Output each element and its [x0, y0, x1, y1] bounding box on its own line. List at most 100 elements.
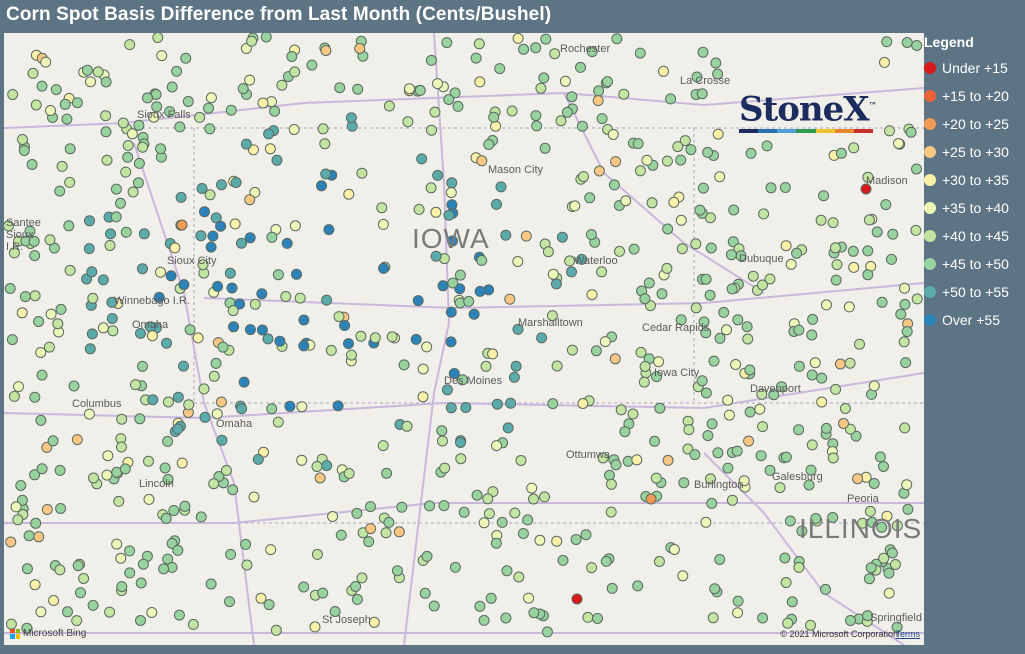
basis-point[interactable] — [111, 538, 123, 550]
basis-point[interactable] — [780, 451, 792, 463]
basis-point[interactable] — [172, 391, 184, 403]
basis-point[interactable] — [104, 606, 116, 618]
basis-point[interactable] — [425, 182, 437, 194]
basis-point[interactable] — [376, 202, 388, 214]
basis-point[interactable] — [827, 217, 839, 229]
basis-point[interactable] — [522, 514, 534, 526]
basis-point[interactable] — [138, 228, 150, 240]
basis-point[interactable] — [557, 554, 569, 566]
basis-point[interactable] — [539, 491, 550, 503]
basis-point[interactable] — [570, 534, 582, 545]
basis-point[interactable] — [87, 292, 99, 304]
basis-point[interactable] — [212, 280, 224, 292]
basis-point[interactable] — [445, 187, 457, 198]
basis-point[interactable] — [779, 552, 791, 564]
basis-point[interactable] — [414, 84, 426, 96]
basis-point[interactable] — [470, 52, 482, 64]
basis-point[interactable] — [879, 56, 890, 68]
basis-point[interactable] — [677, 570, 689, 582]
basis-point[interactable] — [827, 452, 839, 464]
basis-point[interactable] — [723, 409, 735, 421]
basis-point[interactable] — [59, 98, 71, 110]
basis-point[interactable] — [619, 426, 631, 438]
basis-point[interactable] — [132, 177, 144, 189]
basis-point[interactable] — [505, 397, 517, 409]
basis-point[interactable] — [491, 398, 503, 410]
basis-point[interactable] — [483, 139, 495, 150]
basis-point[interactable] — [29, 290, 41, 302]
basis-point[interactable] — [249, 298, 261, 310]
basis-point[interactable] — [547, 398, 559, 410]
basis-point[interactable] — [654, 402, 666, 414]
basis-point[interactable] — [64, 264, 76, 276]
basis-point[interactable] — [183, 399, 195, 411]
basis-point[interactable] — [742, 333, 754, 345]
basis-point[interactable] — [291, 268, 302, 280]
basis-point[interactable] — [689, 449, 701, 461]
basis-point[interactable] — [712, 128, 724, 140]
basis-point[interactable] — [653, 556, 665, 567]
basis-point[interactable] — [478, 517, 490, 529]
basis-point[interactable] — [862, 269, 874, 281]
basis-point[interactable] — [620, 195, 632, 207]
basis-point[interactable] — [547, 268, 559, 280]
basis-point[interactable] — [47, 435, 59, 447]
basis-point[interactable] — [880, 199, 892, 211]
basis-point[interactable] — [198, 383, 210, 395]
basis-point[interactable] — [130, 379, 141, 391]
basis-point[interactable] — [618, 88, 630, 100]
basis-point[interactable] — [743, 435, 755, 447]
basis-point[interactable] — [280, 291, 292, 302]
basis-point[interactable] — [793, 561, 805, 573]
basis-point[interactable] — [84, 343, 96, 355]
basis-point[interactable] — [721, 324, 732, 336]
basis-point[interactable] — [166, 81, 178, 93]
basis-point[interactable] — [893, 138, 904, 149]
basis-point[interactable] — [575, 61, 586, 73]
basis-point[interactable] — [632, 138, 644, 150]
basis-point[interactable] — [365, 523, 377, 535]
basis-point[interactable] — [821, 299, 832, 311]
basis-point[interactable] — [714, 171, 726, 183]
basis-point[interactable] — [152, 33, 164, 43]
basis-point[interactable] — [356, 572, 368, 584]
basis-point[interactable] — [288, 124, 300, 135]
basis-point[interactable] — [350, 581, 362, 592]
basis-point[interactable] — [35, 347, 47, 358]
basis-point[interactable] — [744, 406, 756, 418]
basis-point[interactable] — [820, 422, 832, 434]
basis-point[interactable] — [871, 226, 883, 238]
basis-point[interactable] — [244, 74, 256, 86]
basis-point[interactable] — [700, 387, 712, 399]
basis-point[interactable] — [50, 84, 62, 96]
basis-point[interactable] — [284, 400, 296, 412]
basis-point[interactable] — [178, 279, 190, 291]
basis-point[interactable] — [271, 154, 283, 166]
basis-point[interactable] — [225, 104, 237, 116]
basis-point[interactable] — [602, 76, 613, 88]
basis-point[interactable] — [510, 360, 522, 372]
basis-point[interactable] — [884, 125, 895, 137]
basis-point[interactable] — [765, 182, 777, 194]
basis-point[interactable] — [425, 54, 437, 66]
basis-point[interactable] — [10, 501, 22, 513]
basis-point[interactable] — [449, 561, 461, 573]
basis-point[interactable] — [432, 169, 444, 181]
basis-point[interactable] — [436, 425, 448, 437]
basis-point[interactable] — [106, 313, 118, 324]
basis-point[interactable] — [509, 507, 521, 519]
basis-point[interactable] — [895, 308, 907, 320]
basis-point[interactable] — [81, 64, 93, 76]
basis-point[interactable] — [731, 445, 743, 457]
basis-point[interactable] — [899, 282, 910, 294]
basis-point[interactable] — [901, 479, 913, 491]
basis-point[interactable] — [585, 229, 597, 241]
basis-point[interactable] — [649, 435, 661, 447]
basis-point[interactable] — [184, 324, 196, 336]
basis-point[interactable] — [835, 147, 847, 159]
basis-point[interactable] — [712, 447, 724, 459]
basis-point[interactable] — [115, 197, 126, 209]
basis-point[interactable] — [124, 39, 136, 51]
basis-point[interactable] — [881, 36, 893, 48]
basis-point[interactable] — [726, 494, 738, 506]
